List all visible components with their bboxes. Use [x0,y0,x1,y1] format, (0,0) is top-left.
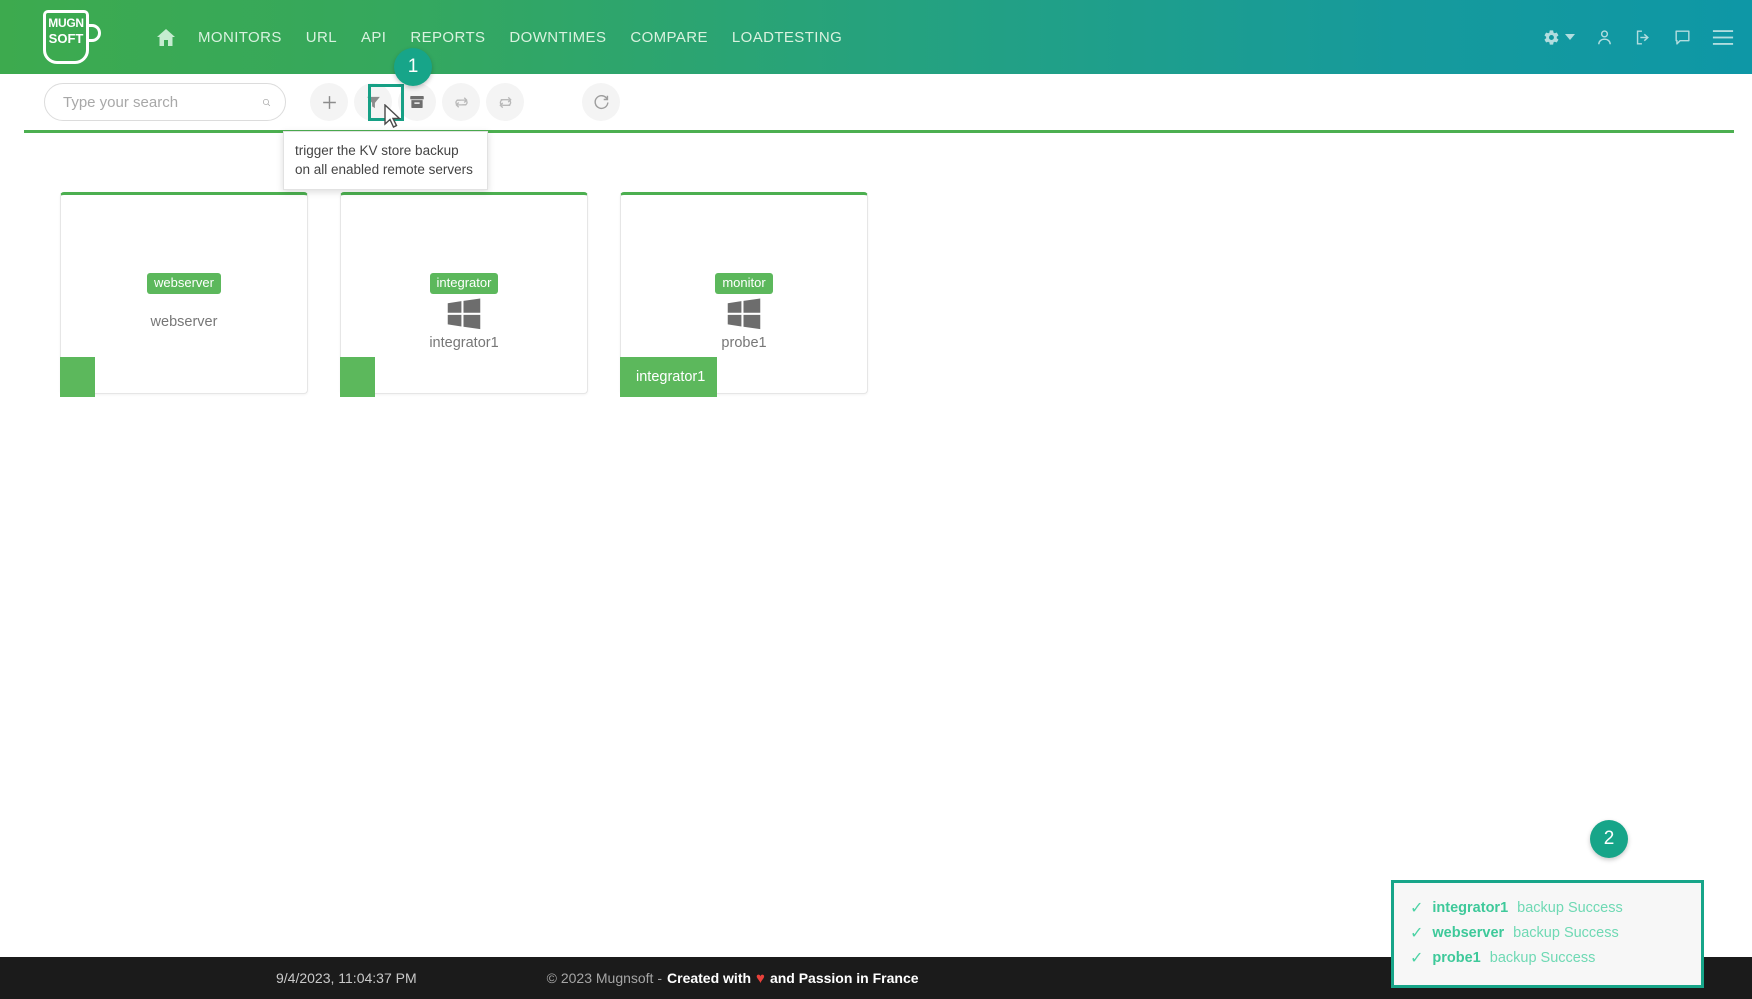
mug-handle [86,24,101,42]
card-content: webserver webserver [61,273,307,330]
archive-box-icon [410,96,424,108]
gear-icon [1544,29,1559,45]
funnel-icon [366,96,380,108]
search-icon[interactable] [262,93,271,112]
footer-created-text: Created with [667,970,752,986]
card-parent-tag: integrator1 [620,357,718,397]
app-header: MUGN SOFT MONITORS URL API REPORTS DOWNT… [0,0,1752,74]
home-icon [157,28,175,46]
repeat-button[interactable] [486,83,524,121]
footer-passion-text: and Passion in France [769,970,919,986]
header-actions [1543,0,1734,74]
footer-datetime: 9/4/2023, 11:04:37 PM [276,970,417,986]
logo-text-line1: MUGN [48,16,84,30]
card-content: integrator integrator1 [341,273,587,351]
mouse-cursor [383,103,403,135]
server-card[interactable]: webserver webserver [60,192,308,397]
card-label: integrator1 [429,335,499,351]
server-cards: webserver webserver integrator integrato… [60,192,868,397]
backup-tooltip: trigger the KV store backup on all enabl… [283,131,488,190]
server-card[interactable]: integrator integrator1 [340,192,588,397]
card-tag: integrator [429,273,499,294]
toast-item-name: probe1 [1432,950,1481,966]
toast-item: ✓ probe1 backup Success [1410,946,1691,971]
user-icon [1598,29,1611,44]
search-box[interactable] [44,83,286,121]
logout-icon [1636,29,1649,45]
windows-icon [447,298,481,330]
toolbar-divider [24,130,1734,133]
nav-loadtesting[interactable]: LOADTESTING [720,23,854,52]
annotation-badge-1: 1 [394,48,432,86]
card-tag: monitor [715,273,773,294]
chat-icon [1675,29,1690,45]
toast-item-name: webserver [1432,925,1505,941]
reload-button[interactable] [582,83,620,121]
card-content: monitor probe1 [621,273,867,351]
plus-icon [322,95,336,109]
check-icon: ✓ [1410,949,1424,967]
card-status-block [60,357,95,397]
nav-api[interactable]: API [349,23,398,52]
toast-item: ✓ integrator1 backup Success [1410,896,1691,921]
nav-downtimes[interactable]: DOWNTIMES [497,23,618,52]
user-account-button[interactable] [1595,28,1614,47]
add-button[interactable] [310,83,348,121]
logout-button[interactable] [1634,28,1653,47]
card-label: webserver [150,314,218,330]
sync-arrows-icon [454,96,468,108]
reload-icon [594,94,609,109]
backup-toast[interactable]: ✓ integrator1 backup Success ✓ webserver… [1391,880,1704,988]
footer-copyright-text: © 2023 Mugnsoft - [546,970,663,986]
check-icon: ✓ [1410,899,1424,917]
annotation-badge-2: 2 [1590,820,1628,858]
settings-dropdown[interactable] [1543,29,1575,46]
nav-url[interactable]: URL [294,23,349,52]
toast-item-text: backup Success [1489,950,1596,966]
repeat-arrows-icon [498,96,512,108]
card-tag: webserver [147,273,221,294]
search-input[interactable] [63,93,262,111]
menu-button[interactable] [1712,29,1734,46]
footer-copyright: © 2023 Mugnsoft - Created with ♥ and Pas… [547,970,919,987]
server-card[interactable]: monitor probe1 integrator1 [620,192,868,397]
chevron-down-icon [1565,34,1575,40]
toast-item-text: backup Success [1513,925,1619,941]
action-toolbar [0,74,1752,130]
nav-home[interactable] [146,28,186,47]
app-root: MUGN SOFT MONITORS URL API REPORTS DOWNT… [0,0,1752,999]
main-nav: MONITORS URL API REPORTS DOWNTIMES COMPA… [146,23,854,52]
chat-button[interactable] [1673,28,1692,47]
card-label: probe1 [721,335,767,351]
backup-button[interactable] [398,83,436,121]
windows-icon [727,298,761,330]
toast-item-text: backup Success [1517,900,1623,916]
heart-icon: ♥ [756,969,765,987]
sync-button[interactable] [442,83,480,121]
card-status-block [340,357,375,397]
nav-compare[interactable]: COMPARE [618,23,720,52]
hamburger-menu-icon [1712,29,1734,45]
nav-monitors[interactable]: MONITORS [186,23,294,52]
coffee-mug-logo: MUGN SOFT [43,10,101,64]
toast-item-name: integrator1 [1432,900,1509,916]
logo-text-line2: SOFT [48,31,84,46]
check-icon: ✓ [1410,924,1424,942]
toast-item: ✓ webserver backup Success [1410,921,1691,946]
logo[interactable]: MUGN SOFT [24,0,120,74]
